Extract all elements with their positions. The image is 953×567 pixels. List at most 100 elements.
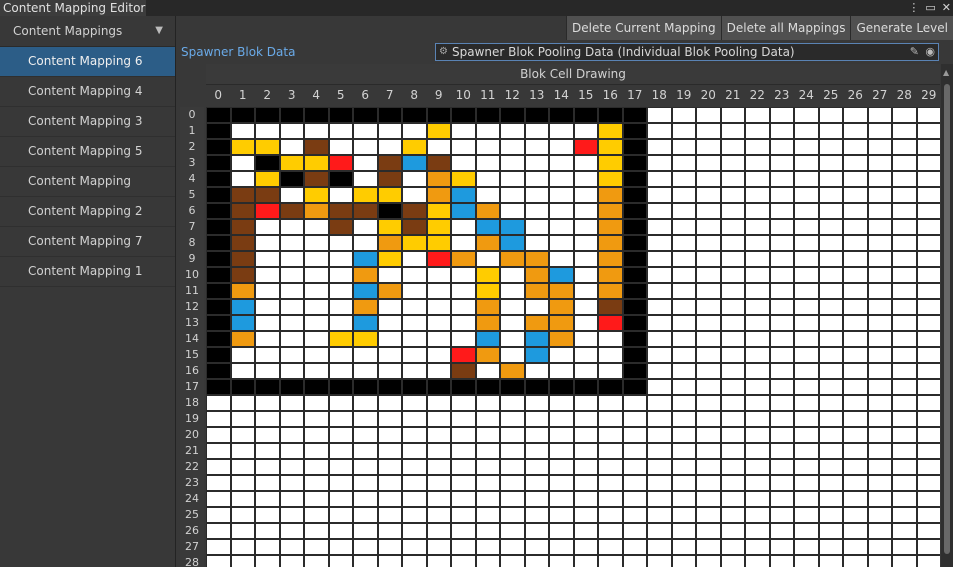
grid-cell[interactable]: [402, 395, 427, 411]
grid-cell[interactable]: [475, 379, 500, 395]
grid-cell[interactable]: [255, 475, 280, 491]
grid-cell[interactable]: [353, 203, 378, 219]
grid-cell[interactable]: [279, 315, 304, 331]
grid-cell[interactable]: [745, 299, 770, 315]
grid-cell[interactable]: [769, 187, 794, 203]
grid-cell[interactable]: [255, 539, 280, 555]
grid-cell[interactable]: [451, 363, 476, 379]
grid-cell[interactable]: [892, 379, 917, 395]
grid-cell[interactable]: [255, 555, 280, 567]
grid-cell[interactable]: [377, 411, 402, 427]
grid-cell[interactable]: [769, 219, 794, 235]
grid-cell[interactable]: [426, 107, 451, 123]
grid-cell[interactable]: [622, 395, 647, 411]
grid-cell[interactable]: [206, 347, 231, 363]
grid-cell[interactable]: [769, 347, 794, 363]
grid-cell[interactable]: [255, 331, 280, 347]
grid-cell[interactable]: [892, 459, 917, 475]
grid-cell[interactable]: [328, 267, 353, 283]
grid-cell[interactable]: [524, 443, 549, 459]
grid-cell[interactable]: [573, 395, 598, 411]
grid-cell[interactable]: [353, 427, 378, 443]
grid-cell[interactable]: [524, 491, 549, 507]
grid-cell[interactable]: [916, 491, 940, 507]
grid-cell[interactable]: [524, 267, 549, 283]
grid-cell[interactable]: [426, 507, 451, 523]
sidebar-item-mapping[interactable]: Content Mapping 6: [0, 47, 175, 77]
grid-cell[interactable]: [279, 411, 304, 427]
grid-cell[interactable]: [230, 395, 255, 411]
grid-cell[interactable]: [867, 395, 892, 411]
grid-cell[interactable]: [549, 219, 574, 235]
grid-cell[interactable]: [451, 123, 476, 139]
grid-cell[interactable]: [598, 203, 623, 219]
grid-cell[interactable]: [671, 171, 696, 187]
grid-cell[interactable]: [402, 267, 427, 283]
grid-cell[interactable]: [524, 459, 549, 475]
grid-cell[interactable]: [769, 523, 794, 539]
grid-cell[interactable]: [475, 523, 500, 539]
grid-cell[interactable]: [426, 123, 451, 139]
grid-cell[interactable]: [279, 283, 304, 299]
grid-cell[interactable]: [794, 523, 819, 539]
grid-cell[interactable]: [696, 475, 721, 491]
grid-cell[interactable]: [230, 251, 255, 267]
grid-cell[interactable]: [573, 475, 598, 491]
grid-cell[interactable]: [426, 139, 451, 155]
grid-cell[interactable]: [328, 411, 353, 427]
grid-cell[interactable]: [279, 123, 304, 139]
grid-cell[interactable]: [475, 427, 500, 443]
grid-cell[interactable]: [279, 379, 304, 395]
grid-cell[interactable]: [524, 251, 549, 267]
sidebar-item-mapping[interactable]: Content Mapping: [0, 167, 175, 197]
grid-cell[interactable]: [916, 507, 940, 523]
grid-cell[interactable]: [426, 443, 451, 459]
grid-cell[interactable]: [549, 459, 574, 475]
grid-cell[interactable]: [549, 283, 574, 299]
grid-cell[interactable]: [794, 299, 819, 315]
grid-cell[interactable]: [279, 235, 304, 251]
grid-cell[interactable]: [475, 315, 500, 331]
grid-cell[interactable]: [720, 555, 745, 567]
grid-cell[interactable]: [892, 331, 917, 347]
grid-cell[interactable]: [671, 187, 696, 203]
dropdown-caret-icon[interactable]: ▼: [155, 16, 163, 46]
grid-cell[interactable]: [426, 251, 451, 267]
grid-cell[interactable]: [647, 491, 672, 507]
grid-cell[interactable]: [573, 555, 598, 567]
grid-cell[interactable]: [549, 555, 574, 567]
grid-cell[interactable]: [573, 363, 598, 379]
grid-cell[interactable]: [451, 219, 476, 235]
grid-cell[interactable]: [353, 331, 378, 347]
grid-cell[interactable]: [304, 523, 329, 539]
grid-cell[interactable]: [794, 219, 819, 235]
grid-cell[interactable]: [206, 331, 231, 347]
grid-cell[interactable]: [475, 411, 500, 427]
grid-cell[interactable]: [206, 523, 231, 539]
grid-cell[interactable]: [622, 123, 647, 139]
grid-cell[interactable]: [304, 459, 329, 475]
grid-cell[interactable]: [549, 267, 574, 283]
grid-cell[interactable]: [622, 187, 647, 203]
grid-cell[interactable]: [892, 187, 917, 203]
grid-cell[interactable]: [279, 219, 304, 235]
grid-cell[interactable]: [916, 219, 940, 235]
mappings-header[interactable]: Content Mappings ▼: [0, 16, 175, 47]
grid-cell[interactable]: [843, 523, 868, 539]
grid-cell[interactable]: [426, 267, 451, 283]
grid-cell[interactable]: [696, 187, 721, 203]
grid-cell[interactable]: [720, 171, 745, 187]
grid-cell[interactable]: [353, 315, 378, 331]
grid-cell[interactable]: [230, 507, 255, 523]
grid-cell[interactable]: [647, 267, 672, 283]
grid-cell[interactable]: [720, 235, 745, 251]
grid-cell[interactable]: [451, 411, 476, 427]
grid-cell[interactable]: [451, 267, 476, 283]
grid-cell[interactable]: [475, 555, 500, 567]
grid-cell[interactable]: [402, 155, 427, 171]
grid-cell[interactable]: [916, 139, 940, 155]
grid-cell[interactable]: [524, 315, 549, 331]
grid-cell[interactable]: [843, 427, 868, 443]
grid-cell[interactable]: [500, 107, 525, 123]
grid-cell[interactable]: [500, 171, 525, 187]
